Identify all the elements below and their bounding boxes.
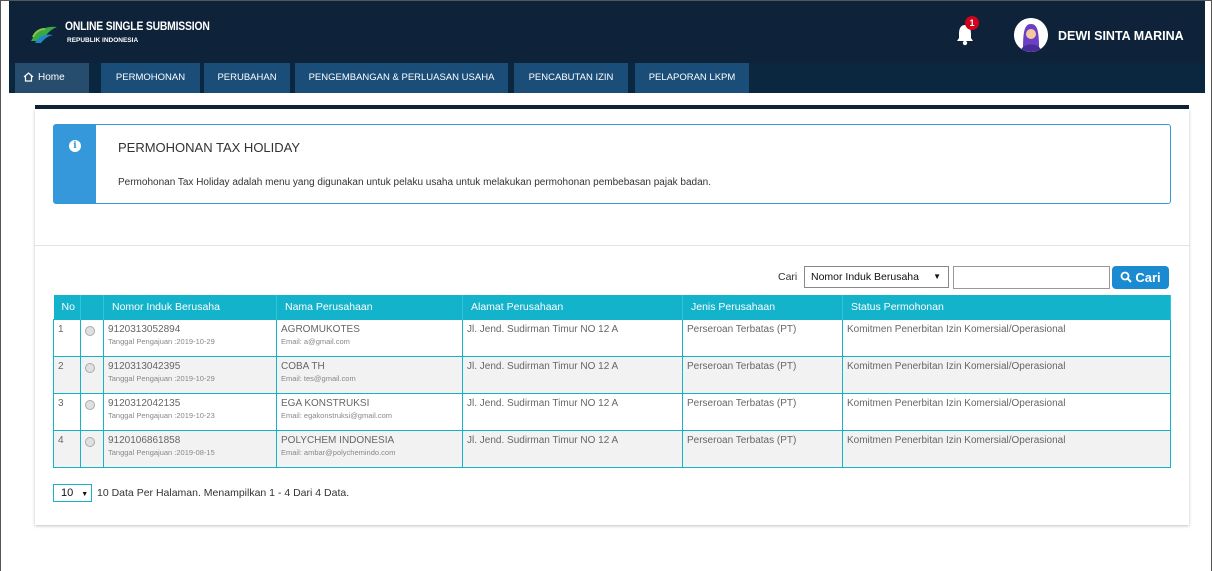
chevron-down-icon[interactable]: ⌄ [1174,28,1183,41]
nib-value: 9120312042135 [108,397,181,409]
user-name[interactable]: DEWI SINTA MARINA [1058,29,1184,43]
search-field-select[interactable]: Nomor Induk Berusaha ▼ [804,266,949,288]
cell-nib: 9120313042395 Tanggal Pengajuan :2019-10-… [103,355,277,394]
brand-title: ONLINE SINGLE SUBMISSION [65,21,210,33]
col-nib: Nomor Induk Berusaha [103,295,277,319]
cell-jenis: Perseroan Terbatas (PT) [682,355,843,394]
table-row[interactable]: 4 9120106861858 Tanggal Pengajuan :2019-0… [53,429,1171,468]
company-email: Email: ambar@polychemindo.com [281,447,396,457]
table-row[interactable]: 1 9120313052894 Tanggal Pengajuan :2019-1… [53,318,1171,357]
cell-nama: EGA KONSTRUKSI Email: egakonstruksi@gmail… [276,392,463,431]
cell-jenis: Perseroan Terbatas (PT) [682,429,843,468]
nav-perubahan[interactable]: PERUBAHAN [204,63,290,93]
avatar[interactable] [1014,18,1048,52]
cell-no: 2 [53,355,81,394]
info-callout: i PERMOHONAN TAX HOLIDAY Permohonan Tax … [53,124,1171,204]
table-header-row: No Nomor Induk Berusaha Nama Perusahaan … [53,295,1171,319]
cell-jenis: Perseroan Terbatas (PT) [682,392,843,431]
cell-status: Komitmen Penerbitan Izin Komersial/Opera… [842,318,1171,357]
avatar-icon [1014,18,1048,52]
company-name: AGROMUKOTES [281,323,360,335]
cell-status: Komitmen Penerbitan Izin Komersial/Opera… [842,392,1171,431]
cell-radio[interactable] [80,392,104,431]
row-radio[interactable] [85,399,95,410]
cell-no: 1 [53,318,81,357]
dropdown-arrow-icon: ▼ [81,491,89,498]
dropdown-arrow-icon: ▼ [933,272,941,281]
col-status: Status Permohonan [842,295,1171,319]
col-no: No [53,295,81,319]
cell-alamat: Jl. Jend. Sudirman Timur NO 12 A [462,392,683,431]
col-nama: Nama Perusahaan [276,295,463,319]
company-email: Email: tes@gmail.com [281,373,356,383]
nav-home-label: Home [38,72,65,83]
nav-permohonan[interactable]: PERMOHONAN [101,63,200,93]
search-button-label: Cari [1135,270,1161,285]
permohonan-table: No Nomor Induk Berusaha Nama Perusahaan … [53,295,1171,468]
section-divider [35,245,1189,246]
per-page-value: 10 [61,487,74,499]
nib-value: 9120313042395 [108,360,181,372]
main-nav: Home PERMOHONAN PERUBAHAN PENGEMBANGAN &… [9,63,1205,93]
brand-subtitle: REPUBLIK INDONESIA [67,37,139,44]
company-email: Email: a@gmail.com [281,336,350,346]
submission-date: Tanggal Pengajuan :2019-08-15 [108,447,215,457]
submission-date: Tanggal Pengajuan :2019-10-29 [108,373,215,383]
top-header: ONLINE SINGLE SUBMISSION REPUBLIK INDONE… [9,1,1205,63]
cell-radio[interactable] [80,355,104,394]
search-field-selected: Nomor Induk Berusaha [811,271,919,283]
page-description: Permohonan Tax Holiday adalah menu yang … [118,177,712,188]
cell-nib: 9120313052894 Tanggal Pengajuan :2019-10-… [103,318,277,357]
submission-date: Tanggal Pengajuan :2019-10-23 [108,410,215,420]
company-name: COBA TH [281,360,325,372]
company-email: Email: egakonstruksi@gmail.com [281,410,392,420]
company-name: EGA KONSTRUKSI [281,397,370,409]
main-panel: i PERMOHONAN TAX HOLIDAY Permohonan Tax … [35,109,1189,525]
nav-pencabutan-izin[interactable]: PENCABUTAN IZIN [514,63,628,93]
oss-logo-icon[interactable] [29,23,59,45]
cell-nama: AGROMUKOTES Email: a@gmail.com [276,318,463,357]
cell-nama: COBA TH Email: tes@gmail.com [276,355,463,394]
cell-status: Komitmen Penerbitan Izin Komersial/Opera… [842,429,1171,468]
app-frame: ONLINE SINGLE SUBMISSION REPUBLIK INDONE… [0,0,1212,571]
row-radio[interactable] [85,362,95,373]
nav-home[interactable]: Home [15,63,89,93]
nav-pelaporan-lkpm[interactable]: PELAPORAN LKPM [635,63,749,93]
nib-value: 9120106861858 [108,434,181,446]
col-alamat: Alamat Perusahaan [462,295,683,319]
row-radio[interactable] [85,436,95,447]
nav-pengembangan[interactable]: PENGEMBANGAN & PERLUASAN USAHA [295,63,508,93]
row-radio[interactable] [85,325,95,336]
search-button[interactable]: Cari [1112,266,1169,289]
submission-date: Tanggal Pengajuan :2019-10-29 [108,336,215,346]
page-title: PERMOHONAN TAX HOLIDAY [118,140,301,155]
search-icon [1120,271,1133,283]
company-name: POLYCHEM INDONESIA [281,434,395,446]
info-callout-side: i [54,125,96,203]
table-row[interactable]: 2 9120313042395 Tanggal Pengajuan :2019-1… [53,355,1171,394]
search-input[interactable] [953,266,1110,289]
col-jenis: Jenis Perusahaan [682,295,843,319]
cell-jenis: Perseroan Terbatas (PT) [682,318,843,357]
cell-nib: 9120312042135 Tanggal Pengajuan :2019-10-… [103,392,277,431]
cell-alamat: Jl. Jend. Sudirman Timur NO 12 A [462,429,683,468]
cell-nib: 9120106861858 Tanggal Pengajuan :2019-08-… [103,429,277,468]
home-icon [23,72,34,82]
cell-alamat: Jl. Jend. Sudirman Timur NO 12 A [462,355,683,394]
cell-status: Komitmen Penerbitan Izin Komersial/Opera… [842,355,1171,394]
cell-radio[interactable] [80,429,104,468]
info-icon: i [69,140,81,152]
cell-nama: POLYCHEM INDONESIA Email: ambar@polychemi… [276,429,463,468]
notification-badge: 1 [965,16,979,30]
cell-alamat: Jl. Jend. Sudirman Timur NO 12 A [462,318,683,357]
search-label: Cari [778,271,798,283]
cell-no: 4 [53,429,81,468]
table-row[interactable]: 3 9120312042135 Tanggal Pengajuan :2019-1… [53,392,1171,431]
paging-info: 10 Data Per Halaman. Menampilkan 1 - 4 D… [97,487,350,499]
cell-no: 3 [53,392,81,431]
cell-radio[interactable] [80,318,104,357]
per-page-select[interactable]: 10 ▼ [53,484,92,502]
col-select [80,295,104,319]
nib-value: 9120313052894 [108,323,181,335]
